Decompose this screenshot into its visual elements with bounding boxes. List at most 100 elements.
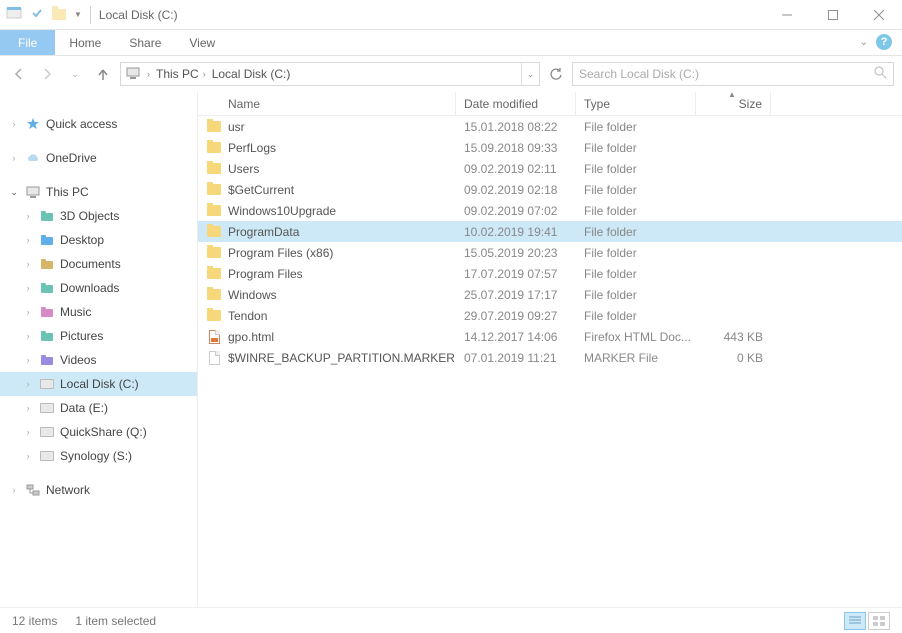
file-row[interactable]: $GetCurrent09.02.2019 02:18File folder <box>198 179 902 200</box>
tree-item-label: Pictures <box>60 329 103 343</box>
qat-properties-icon[interactable] <box>30 6 44 23</box>
file-row[interactable]: Windows10Upgrade09.02.2019 07:02File fol… <box>198 200 902 221</box>
folder-icon <box>38 306 56 318</box>
folder-icon <box>38 354 56 366</box>
file-row[interactable]: Windows25.07.2019 17:17File folder <box>198 284 902 305</box>
window-title: Local Disk (C:) <box>99 8 178 22</box>
file-date: 07.01.2019 11:21 <box>456 351 576 365</box>
tree-item[interactable]: ›Videos <box>0 348 197 372</box>
file-name: Program Files <box>228 267 303 281</box>
tree-onedrive[interactable]: › OneDrive <box>0 146 197 170</box>
nav-recent-dropdown[interactable]: ⌄ <box>64 63 86 85</box>
qat-folder-icon[interactable] <box>52 9 66 20</box>
tree-item[interactable]: ›Pictures <box>0 324 197 348</box>
file-row[interactable]: Program Files (x86)15.05.2019 20:23File … <box>198 242 902 263</box>
file-icon <box>206 350 222 366</box>
col-header-name[interactable]: Name <box>198 92 456 115</box>
folder-icon <box>206 140 222 156</box>
file-date: 17.07.2019 07:57 <box>456 267 576 281</box>
file-name: usr <box>228 120 245 134</box>
file-type: File folder <box>576 246 696 260</box>
address-dropdown-icon[interactable]: ⌄ <box>521 63 539 85</box>
file-name: Tendon <box>228 309 267 323</box>
ribbon-expand-icon[interactable]: ⌄ <box>860 37 868 48</box>
close-button[interactable] <box>856 0 902 30</box>
view-large-icons-button[interactable] <box>868 612 890 630</box>
tree-item[interactable]: ›Data (E:) <box>0 396 197 420</box>
file-row[interactable]: Tendon29.07.2019 09:27File folder <box>198 305 902 326</box>
navbar: ⌄ › This PC› Local Disk (C:) ⌄ Search Lo… <box>0 56 902 92</box>
folder-icon <box>38 282 56 294</box>
tree-item[interactable]: ›Music <box>0 300 197 324</box>
view-details-button[interactable] <box>844 612 866 630</box>
minimize-button[interactable] <box>764 0 810 30</box>
file-row[interactable]: PerfLogs15.09.2018 09:33File folder <box>198 137 902 158</box>
separator <box>90 6 91 24</box>
tree-item-label: Synology (S:) <box>60 449 132 463</box>
tree-item[interactable]: ›Documents <box>0 252 197 276</box>
html-icon <box>206 329 222 345</box>
breadcrumb-chevron[interactable]: › <box>147 69 150 79</box>
folder-icon <box>38 379 56 389</box>
tab-share[interactable]: Share <box>115 30 175 55</box>
tree-item-label: Downloads <box>60 281 119 295</box>
file-name: Users <box>228 162 259 176</box>
tree-quick-access[interactable]: › Quick access <box>0 112 197 136</box>
tree-item[interactable]: ›Downloads <box>0 276 197 300</box>
file-name: Windows <box>228 288 277 302</box>
file-type: File folder <box>576 267 696 281</box>
nav-tree: › Quick access › OneDrive ⌄ This PC ›3D … <box>0 92 198 607</box>
cloud-icon <box>24 152 42 164</box>
tree-item[interactable]: ›3D Objects <box>0 204 197 228</box>
refresh-button[interactable] <box>546 62 566 86</box>
breadcrumb-this-pc[interactable]: This PC› <box>156 67 206 81</box>
tree-item[interactable]: ›QuickShare (Q:) <box>0 420 197 444</box>
titlebar: ▼ Local Disk (C:) <box>0 0 902 30</box>
status-selected-count: 1 item selected <box>75 614 156 628</box>
file-name: Windows10Upgrade <box>228 204 336 218</box>
file-date: 14.12.2017 14:06 <box>456 330 576 344</box>
tree-item-label: Desktop <box>60 233 104 247</box>
folder-icon <box>206 182 222 198</box>
tree-item-label: Documents <box>60 257 121 271</box>
tree-this-pc[interactable]: ⌄ This PC <box>0 180 197 204</box>
qat-dropdown-icon[interactable]: ▼ <box>74 10 82 19</box>
tab-view[interactable]: View <box>175 30 229 55</box>
file-row[interactable]: $WINRE_BACKUP_PARTITION.MARKER07.01.2019… <box>198 347 902 368</box>
file-row[interactable]: Users09.02.2019 02:11File folder <box>198 158 902 179</box>
col-header-type[interactable]: Type <box>576 92 696 115</box>
folder-icon <box>38 258 56 270</box>
folder-icon <box>38 210 56 222</box>
file-type: File folder <box>576 120 696 134</box>
nav-back-button[interactable] <box>8 63 30 85</box>
nav-up-button[interactable] <box>92 63 114 85</box>
tree-item-label: Local Disk (C:) <box>60 377 139 391</box>
folder-icon <box>38 451 56 461</box>
tree-item[interactable]: ›Local Disk (C:) <box>0 372 197 396</box>
file-row[interactable]: gpo.html14.12.2017 14:06Firefox HTML Doc… <box>198 326 902 347</box>
tab-home[interactable]: Home <box>55 30 115 55</box>
network-icon <box>24 483 42 497</box>
file-row[interactable]: ProgramData10.02.2019 19:41File folder <box>198 221 902 242</box>
tree-item[interactable]: ›Desktop <box>0 228 197 252</box>
breadcrumb-local-disk[interactable]: Local Disk (C:) <box>212 67 291 81</box>
maximize-button[interactable] <box>810 0 856 30</box>
folder-icon <box>206 245 222 261</box>
address-bar[interactable]: › This PC› Local Disk (C:) ⌄ <box>120 62 540 86</box>
tree-network[interactable]: › Network <box>0 478 197 502</box>
file-type: Firefox HTML Doc... <box>576 330 696 344</box>
file-date: 15.01.2018 08:22 <box>456 120 576 134</box>
file-name: ProgramData <box>228 225 299 239</box>
col-header-date[interactable]: Date modified <box>456 92 576 115</box>
column-headers: Name Date modified Type Size ▲ <box>198 92 902 116</box>
tree-item[interactable]: ›Synology (S:) <box>0 444 197 468</box>
help-button[interactable]: ? <box>876 34 892 50</box>
tab-file[interactable]: File <box>0 30 55 55</box>
search-input[interactable]: Search Local Disk (C:) <box>572 62 894 86</box>
file-row[interactable]: Program Files 17.07.2019 07:57File folder <box>198 263 902 284</box>
sort-indicator-icon: ▲ <box>728 90 736 99</box>
file-row[interactable]: usr 15.01.2018 08:22File folder <box>198 116 902 137</box>
file-name: PerfLogs <box>228 141 276 155</box>
nav-forward-button[interactable] <box>36 63 58 85</box>
tree-item-label: Music <box>60 305 91 319</box>
